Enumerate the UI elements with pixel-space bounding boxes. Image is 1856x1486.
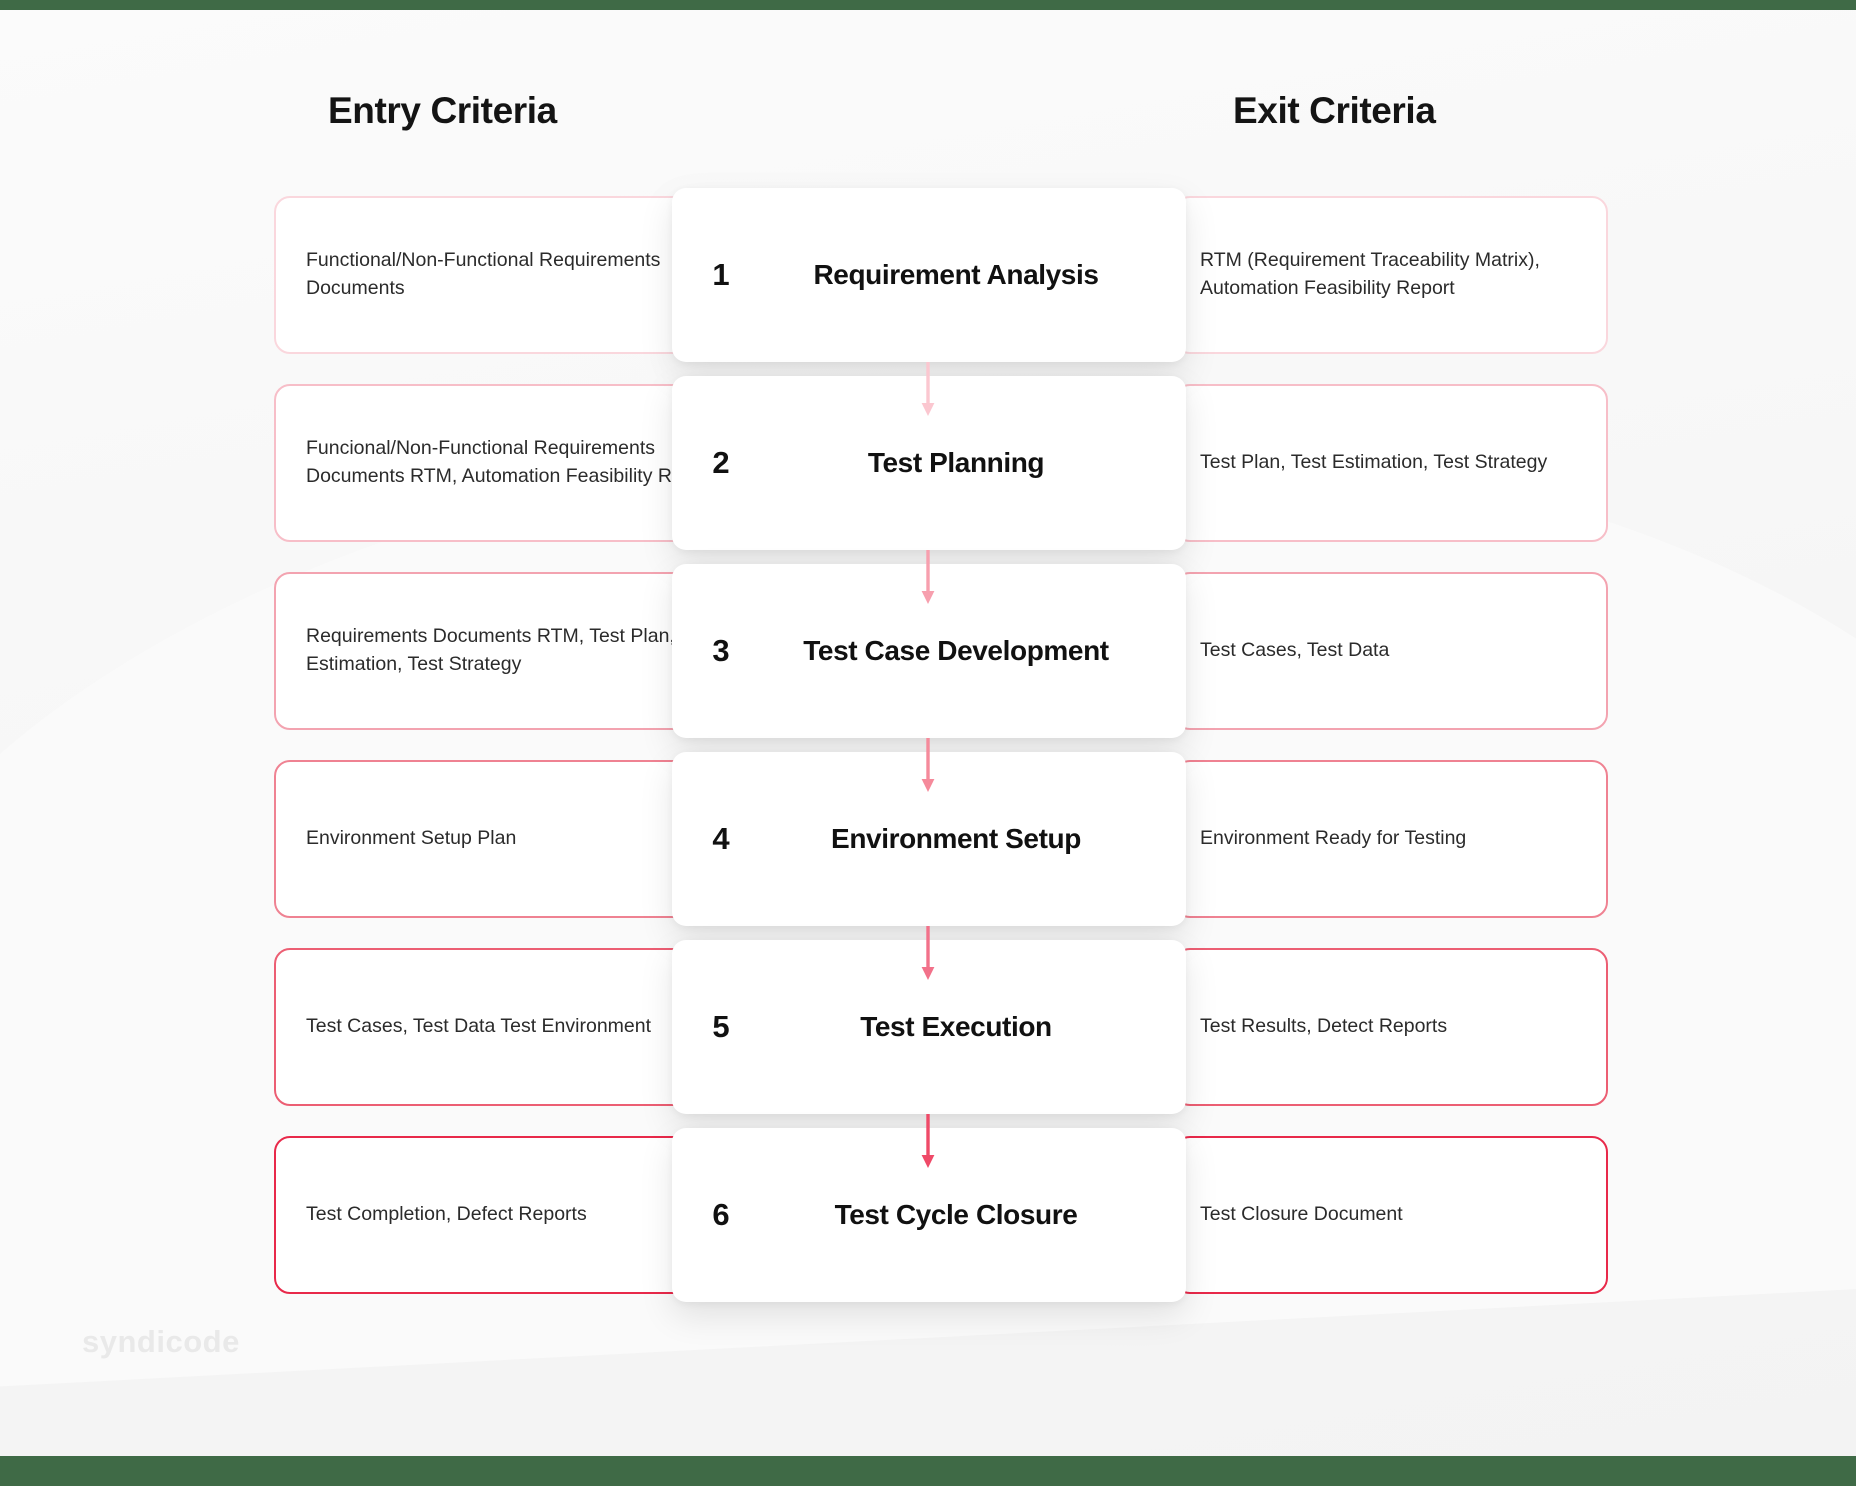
flow-arrow-down-icon — [921, 362, 935, 416]
stage-card[interactable]: 1 Requirement Analysis — [672, 188, 1186, 362]
stage-label: Test Planning — [867, 447, 1045, 478]
flow-arrow-down-icon — [921, 550, 935, 604]
stage-number: 2 — [712, 445, 730, 480]
stage-label: Test Case Development — [803, 635, 1109, 666]
flow-arrow-down-icon — [921, 1114, 935, 1168]
exit-criteria-card[interactable]: Test Closure Document — [1174, 1136, 1608, 1294]
bottom-accent-bar — [0, 1456, 1856, 1486]
stage-label: Test Execution — [860, 1011, 1052, 1042]
exit-criteria-text: Test Closure Document — [1200, 1203, 1403, 1226]
exit-criteria-card[interactable]: Test Results, Detect Reports — [1174, 948, 1608, 1106]
exit-criteria-text: Test Cases, Test Data — [1200, 639, 1390, 662]
stage-number: 1 — [712, 257, 730, 292]
stage-number: 5 — [712, 1009, 730, 1044]
stage-number: 4 — [712, 821, 730, 856]
stage-rows: Functional/Non-Functional Requirements D… — [0, 188, 1856, 1324]
stage-label: Requirement Analysis — [813, 259, 1099, 290]
stage-label: Test Cycle Closure — [834, 1199, 1078, 1230]
stage-number: 3 — [712, 633, 730, 668]
flow-arrow-down-icon — [921, 926, 935, 980]
entry-criteria-header: Entry Criteria — [328, 90, 557, 131]
brand-watermark: syndicode — [82, 1324, 240, 1359]
entry-criteria-text: Test Completion, Defect Reports — [306, 1203, 587, 1226]
exit-criteria-card[interactable]: Test Cases, Test Data — [1174, 572, 1608, 730]
exit-criteria-card[interactable]: Test Plan, Test Estimation, Test Strateg… — [1174, 384, 1608, 542]
exit-criteria-text: Environment Ready for Testing — [1200, 827, 1467, 850]
top-accent-bar — [0, 0, 1856, 10]
exit-criteria-card[interactable]: RTM (Requirement Traceability Matrix), A… — [1174, 196, 1608, 354]
column-headers: Entry Criteria Exit Criteria — [0, 90, 1856, 150]
flow-arrow-down-icon — [921, 738, 935, 792]
diagram-canvas: Entry Criteria Exit Criteria Functional/… — [0, 10, 1856, 1456]
exit-criteria-text: RTM (Requirement Traceability Matrix), A… — [1200, 249, 1540, 299]
exit-criteria-text: Test Results, Detect Reports — [1200, 1015, 1448, 1038]
exit-criteria-card[interactable]: Environment Ready for Testing — [1174, 760, 1608, 918]
exit-criteria-text: Test Plan, Test Estimation, Test Strateg… — [1200, 451, 1548, 474]
stage-row: Functional/Non-Functional Requirements D… — [0, 188, 1856, 416]
entry-criteria-text: Test Cases, Test Data Test Environment — [306, 1015, 652, 1038]
stage-number: 6 — [712, 1197, 730, 1232]
exit-criteria-header: Exit Criteria — [1233, 90, 1436, 131]
entry-criteria-text: Environment Setup Plan — [306, 827, 517, 850]
stage-label: Environment Setup — [831, 823, 1081, 854]
